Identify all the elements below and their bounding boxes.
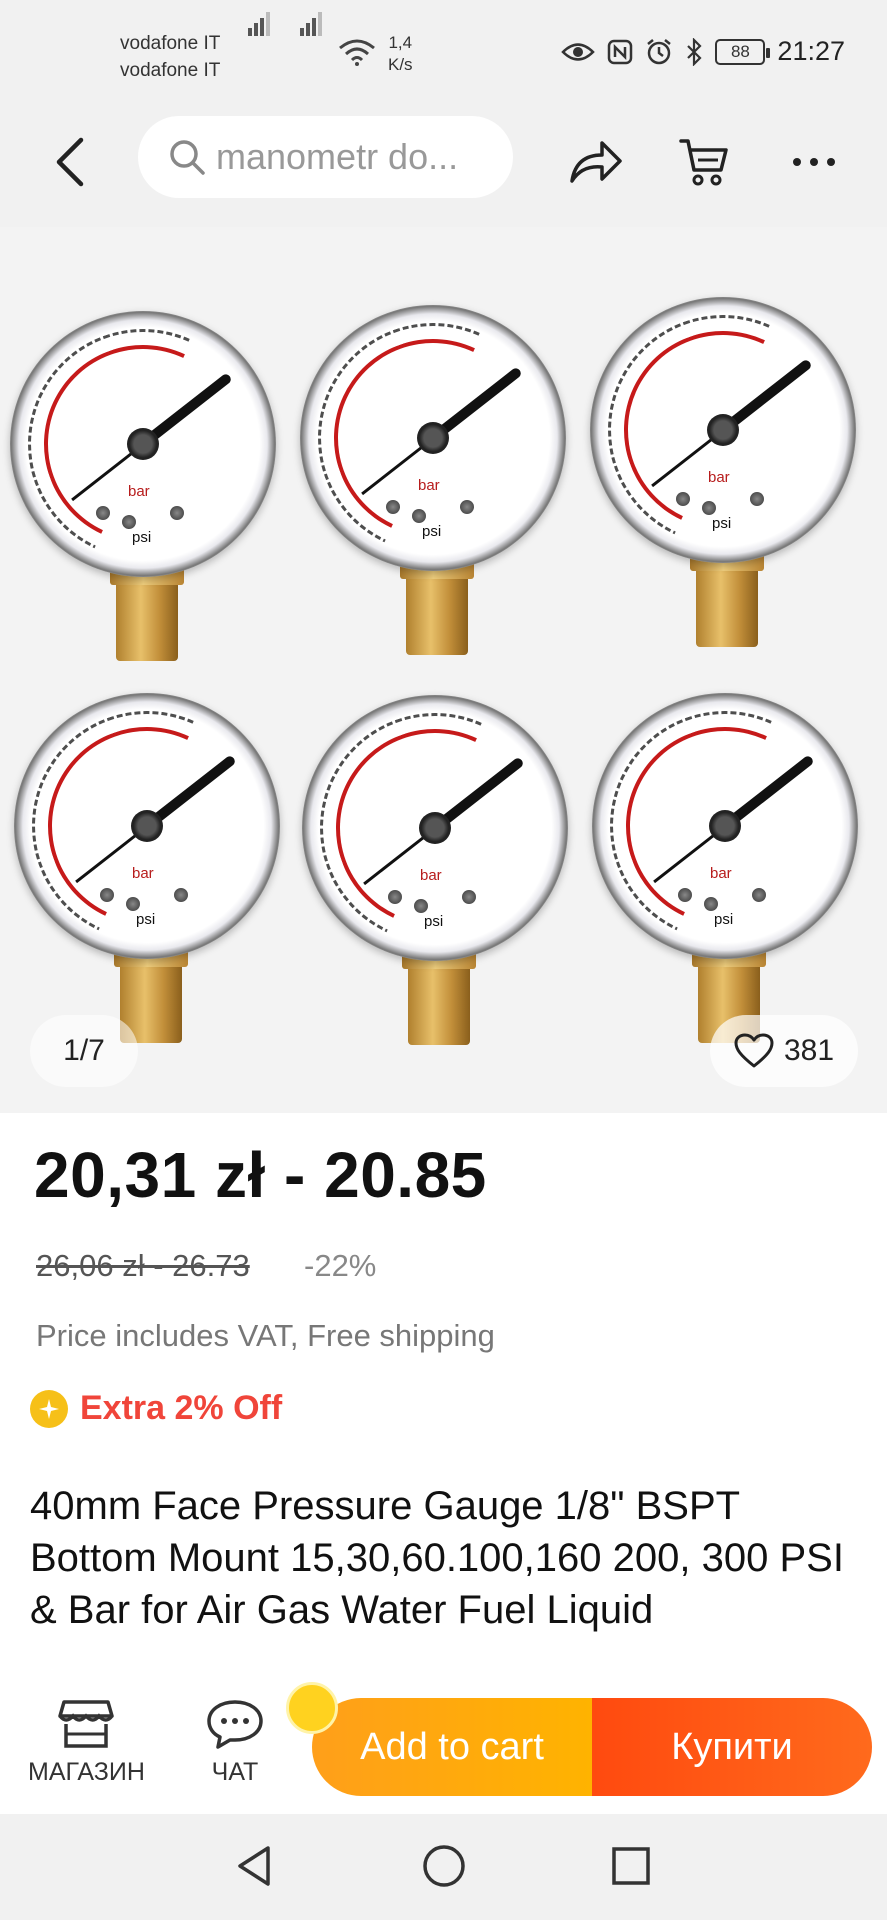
chat-icon — [207, 1700, 263, 1749]
coin-icon — [30, 1389, 68, 1428]
wishlist-count: 381 — [783, 1034, 835, 1067]
triangle-back-icon — [238, 1846, 270, 1886]
back-button[interactable] — [40, 132, 100, 192]
chat-button[interactable]: ЧАТ — [206, 1698, 264, 1787]
net-speed: 1,4 K/s — [388, 33, 413, 74]
cart-icon — [679, 139, 728, 186]
nfc-icon — [608, 39, 633, 64]
gauge-image: bar psi — [575, 282, 871, 677]
alarm-icon — [647, 38, 672, 64]
price: 20,31 zł - 20.85 — [34, 1139, 487, 1211]
bluetooth-icon — [687, 37, 702, 66]
nav-back-button[interactable] — [230, 1842, 278, 1890]
clock: 21:27 — [777, 36, 845, 66]
search-query: manometr do... — [216, 136, 459, 177]
system-nav-bar — [0, 1814, 887, 1920]
battery-icon: 88 — [715, 38, 771, 65]
chat-label: ЧАТ — [211, 1758, 259, 1786]
store-icon — [58, 1700, 115, 1748]
wifi-icon — [339, 39, 375, 66]
share-button[interactable] — [566, 132, 626, 192]
square-recents-icon — [612, 1847, 650, 1885]
store-label: МАГАЗИН — [28, 1758, 145, 1786]
search-input[interactable]: manometr do... — [138, 116, 513, 198]
status-icons: 88 21:27 — [561, 36, 845, 67]
wishlist-button[interactable]: 381 — [710, 1015, 858, 1087]
buy-now-button[interactable]: Купити — [592, 1698, 872, 1796]
product-image-gallery[interactable]: bar psi bar psi bar psi bar psi bar psi … — [0, 227, 887, 1113]
cart-button[interactable] — [674, 132, 734, 192]
extra-off-label: Extra 2% Off — [80, 1389, 283, 1427]
product-title: 40mm Face Pressure Gauge 1/8" BSPT Botto… — [30, 1484, 844, 1632]
more-icon — [793, 158, 835, 166]
add-to-cart-button[interactable]: Add to cart — [312, 1698, 592, 1796]
eye-icon — [561, 42, 596, 61]
gauge-image: bar psi — [0, 296, 291, 691]
search-icon — [170, 140, 205, 175]
status-bar: vodafone IT vodafone IT 1,4 K/s 88 21:27 — [0, 0, 887, 112]
share-icon — [570, 141, 622, 183]
extra-discount-promo[interactable]: Extra 2% Off — [30, 1389, 282, 1428]
heart-icon — [734, 1033, 774, 1068]
carrier-info: vodafone IT vodafone IT — [120, 30, 220, 84]
bottom-action-bar: МАГАЗИН ЧАТ Add to cart Купити — [0, 1672, 887, 1814]
carrier-1: vodafone IT — [120, 33, 221, 54]
original-price: 26,06 zł - 26.73 — [36, 1248, 250, 1283]
vat-shipping-note: Price includes VAT, Free shipping — [36, 1318, 495, 1353]
gauge-image: bar psi — [285, 290, 581, 685]
more-options-button[interactable] — [784, 132, 844, 192]
back-arrow-icon — [56, 137, 84, 187]
circle-home-icon — [423, 1845, 465, 1887]
discount-badge: -22% — [304, 1248, 377, 1283]
store-button[interactable]: МАГАЗИН — [28, 1698, 145, 1787]
top-header: manometr do... — [0, 112, 887, 227]
gauge-image: bar psi — [287, 680, 583, 1075]
carrier-2: vodafone IT — [120, 60, 221, 81]
coin-badge-icon — [286, 1682, 338, 1734]
nav-recents-button[interactable] — [607, 1842, 655, 1890]
nav-home-button[interactable] — [420, 1842, 468, 1890]
image-counter: 1/7 — [30, 1015, 138, 1087]
